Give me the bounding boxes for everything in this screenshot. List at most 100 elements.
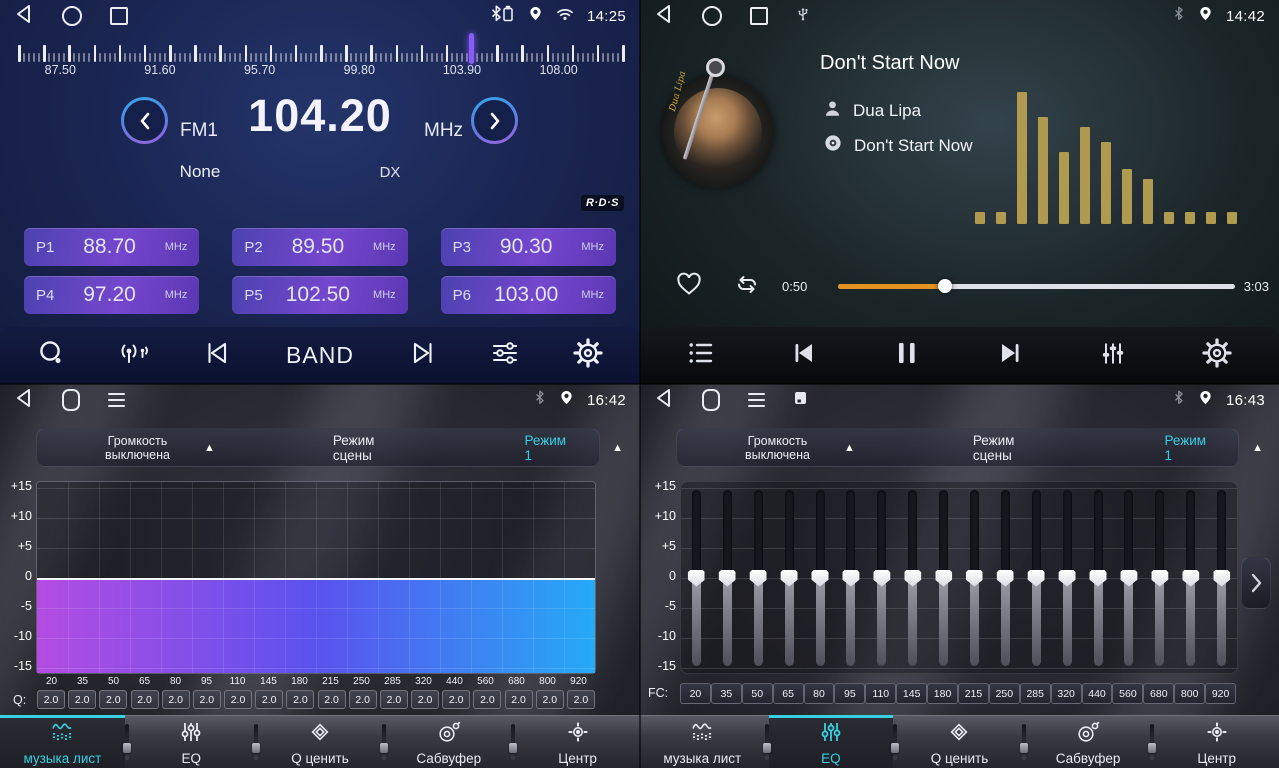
fc-frequency-button[interactable]: 560 [1112,683,1143,704]
scene-mode-value[interactable]: Режим 1 [1164,433,1206,463]
slider-knob[interactable] [873,570,890,587]
tab-eq-sliders[interactable]: EQ [129,715,254,768]
q-value-button[interactable]: 2.0 [68,690,96,709]
recents-icon[interactable] [750,7,768,25]
next-page-button[interactable] [1241,557,1271,609]
preset-button[interactable]: P6103.00MHz [441,276,616,314]
q-value-button[interactable]: 2.0 [380,690,408,709]
tab-music-list[interactable]: музыка лист [640,715,765,768]
recents-icon[interactable] [110,7,128,25]
home-icon[interactable] [62,389,80,411]
fc-frequency-button[interactable]: 50 [742,683,773,704]
fc-frequency-button[interactable]: 440 [1082,683,1113,704]
q-value-button[interactable]: 2.0 [131,690,159,709]
band-button[interactable]: BAND [286,342,354,369]
fc-frequency-button[interactable]: 145 [896,683,927,704]
slider-knob[interactable] [935,570,952,587]
home-icon[interactable] [702,389,720,411]
next-track-icon[interactable] [994,340,1024,371]
slider-knob[interactable] [812,570,829,587]
menu-icon[interactable] [748,393,765,407]
tab-center-speaker[interactable]: Центр [1154,715,1279,768]
back-icon[interactable] [14,3,34,30]
repeat-icon[interactable] [732,271,762,303]
favorite-heart-icon[interactable] [674,270,704,302]
fc-frequency-button[interactable]: 180 [927,683,958,704]
tuner-indicator[interactable] [469,33,474,64]
q-value-button[interactable]: 2.0 [536,690,564,709]
fc-frequency-button[interactable]: 215 [958,683,989,704]
tab-subwoofer[interactable]: Сабвуфер [1026,715,1151,768]
equalizer-icon[interactable] [490,339,520,372]
preset-button[interactable]: P289.50MHz [232,228,407,266]
slider-knob[interactable] [1090,570,1107,587]
slider-knob[interactable] [1182,570,1199,587]
q-value-button[interactable]: 2.0 [162,690,190,709]
seek-knob[interactable] [938,279,952,293]
home-icon[interactable] [62,6,82,26]
q-value-button[interactable]: 2.0 [567,690,595,709]
fc-frequency-button[interactable]: 800 [1174,683,1205,704]
slider-knob[interactable] [1059,570,1076,587]
scene-dropdown-icon[interactable]: ▲ [612,442,623,454]
previous-icon[interactable] [203,340,233,371]
playlist-icon[interactable] [687,340,715,371]
slider-knob[interactable] [997,570,1014,587]
tab-q-rate[interactable]: Q ценить [897,715,1022,768]
fc-frequency-button[interactable]: 20 [680,683,711,704]
settings-gear-icon[interactable] [573,338,603,373]
scan-icon[interactable] [37,339,65,372]
q-value-button[interactable]: 2.0 [442,690,470,709]
q-value-button[interactable]: 2.0 [255,690,283,709]
slider-knob[interactable] [750,570,767,587]
q-value-button[interactable]: 2.0 [505,690,533,709]
preset-button[interactable]: P497.20MHz [24,276,199,314]
fc-frequency-button[interactable]: 110 [865,683,896,704]
slider-knob[interactable] [842,570,859,587]
tab-center-speaker[interactable]: Центр [515,715,640,768]
fc-frequency-button[interactable]: 35 [711,683,742,704]
tab-q-rate[interactable]: Q ценить [258,715,383,768]
q-value-button[interactable]: 2.0 [193,690,221,709]
fc-frequency-button[interactable]: 65 [773,683,804,704]
fc-frequency-button[interactable]: 95 [834,683,865,704]
back-icon[interactable] [14,387,34,414]
home-icon[interactable] [702,6,722,26]
back-icon[interactable] [654,3,674,30]
slider-knob[interactable] [719,570,736,587]
menu-icon[interactable] [108,393,125,407]
fc-frequency-button[interactable]: 80 [804,683,835,704]
previous-track-icon[interactable] [790,340,820,371]
fc-frequency-button[interactable]: 320 [1051,683,1082,704]
tab-music-list[interactable]: музыка лист [0,715,125,768]
q-value-button[interactable]: 2.0 [318,690,346,709]
tuner-scale[interactable] [18,36,622,62]
eq-curve-plot[interactable] [36,481,596,674]
fc-frequency-button[interactable]: 250 [989,683,1020,704]
slider-knob[interactable] [966,570,983,587]
scene-dropdown-icon[interactable]: ▲ [1252,442,1263,454]
volume-dropdown-icon[interactable]: ▲ [204,442,215,454]
back-icon[interactable] [654,387,674,414]
fc-frequency-button[interactable]: 920 [1205,683,1236,704]
settings-gear-icon[interactable] [1202,338,1232,373]
seek-bar[interactable] [838,284,1235,289]
tab-eq-sliders[interactable]: EQ [769,715,894,768]
q-value-button[interactable]: 2.0 [473,690,501,709]
q-value-button[interactable]: 2.0 [411,690,439,709]
slider-knob[interactable] [688,570,705,587]
q-value-button[interactable]: 2.0 [286,690,314,709]
slider-knob[interactable] [1120,570,1137,587]
q-value-button[interactable]: 2.0 [224,690,252,709]
preset-button[interactable]: P5102.50MHz [232,276,407,314]
broadcast-icon[interactable] [118,339,150,372]
next-frequency-button[interactable] [471,97,518,144]
slider-knob[interactable] [904,570,921,587]
slider-knob[interactable] [1213,570,1230,587]
q-value-button[interactable]: 2.0 [349,690,377,709]
fc-frequency-button[interactable]: 680 [1143,683,1174,704]
q-value-button[interactable]: 2.0 [99,690,127,709]
q-value-button[interactable]: 2.0 [37,690,65,709]
next-icon[interactable] [407,340,437,371]
eq-levels-icon[interactable] [1099,340,1127,372]
